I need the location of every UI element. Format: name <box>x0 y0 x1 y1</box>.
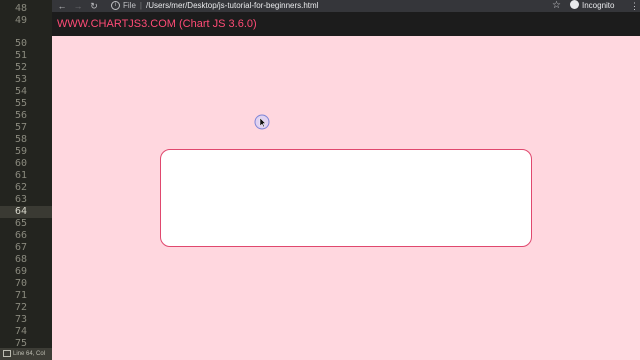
incognito-icon <box>570 0 579 10</box>
line-number: 63 <box>14 194 27 205</box>
line-number: 48 <box>14 3 27 14</box>
browser-toolbar: ← → ↻ i File | /Users/mer/Desktop/js-tutori… <box>52 0 640 12</box>
incognito-label: Incognito <box>582 1 615 10</box>
line-number: 68 <box>14 254 27 265</box>
line-number: 61 <box>14 170 27 181</box>
line-number: 64 <box>14 206 27 217</box>
line-number: 62 <box>14 182 27 193</box>
file-scheme-label: File <box>123 1 136 10</box>
line-number: 59 <box>14 146 27 157</box>
browser-window: ← → ↻ i File | /Users/mer/Desktop/js-tutori… <box>52 0 640 360</box>
line-number: 67 <box>14 242 27 253</box>
line-number: 54 <box>14 86 27 97</box>
back-button[interactable]: ← <box>56 0 68 12</box>
line-number: 65 <box>14 218 27 229</box>
incognito-indicator[interactable]: Incognito <box>570 0 614 12</box>
line-number: 57 <box>14 122 27 133</box>
line-number: 74 <box>14 326 27 337</box>
editor-status-bar: Line 64, Col <box>0 348 52 360</box>
line-number: 70 <box>14 278 27 289</box>
kebab-menu-icon[interactable]: ⋮ <box>630 0 639 12</box>
panel-icon <box>3 349 11 357</box>
status-text: Line 64, Col <box>13 351 46 357</box>
line-number: 72 <box>14 302 27 313</box>
mouse-cursor-icon <box>254 114 270 130</box>
editor-gutter: 48 49 50 51 52 53 54 55 56 57 58 59 60 61 62 63 64 65 66 67… <box>0 0 52 348</box>
page-title[interactable]: WWW.CHARTJS3.COM (Chart JS 3.6.0) <box>57 12 257 36</box>
line-number: 55 <box>14 98 27 109</box>
forward-button[interactable]: → <box>72 0 84 12</box>
line-number: 60 <box>14 158 27 169</box>
chart-card <box>160 149 532 247</box>
line-number: 73 <box>14 314 27 325</box>
star-icon[interactable]: ☆ <box>552 0 561 12</box>
address-bar[interactable]: i File | /Users/mer/Desktop/js-tutorial-for… <box>111 0 541 12</box>
line-number: 58 <box>14 134 27 145</box>
address-url[interactable]: /Users/mer/Desktop/js-tutorial-for-begin… <box>146 1 319 10</box>
page-header: WWW.CHARTJS3.COM (Chart JS 3.6.0) <box>52 12 640 36</box>
line-number: 50 <box>14 38 27 49</box>
line-number: 53 <box>14 74 27 85</box>
line-number: 52 <box>14 62 27 73</box>
line-number: 75 <box>14 338 27 348</box>
line-number: 51 <box>14 50 27 61</box>
line-number: 49 <box>14 15 27 26</box>
line-number: 71 <box>14 290 27 301</box>
line-number: 69 <box>14 266 27 277</box>
info-icon[interactable]: i <box>111 1 120 11</box>
line-number: 56 <box>14 110 27 121</box>
line-number: 66 <box>14 230 27 241</box>
address-separator: | <box>139 1 142 10</box>
reload-button[interactable]: ↻ <box>88 0 100 12</box>
